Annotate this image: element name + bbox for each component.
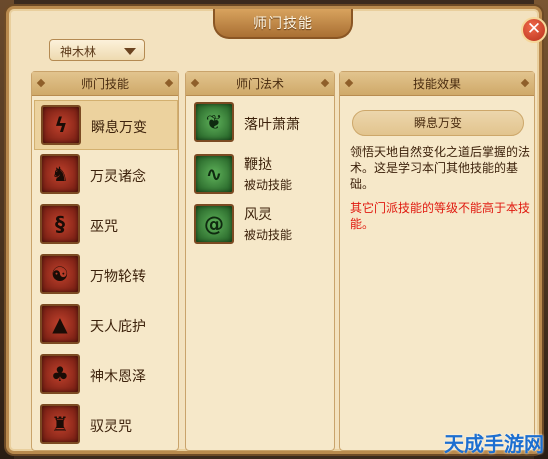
lightning-icon: ϟ [41,105,81,145]
skill-item-3[interactable]: ☯ 万物轮转 [34,250,178,300]
skill-name: 万物轮转 [90,269,146,285]
skills-panel-header: 师门技能 [32,72,178,96]
skill-item-6[interactable]: ♜ 驭灵咒 [34,400,178,450]
effect-panel: 技能效果 瞬息万变 领悟天地自然变化之道后掌握的法术。这是学习本门其他技能的基础… [339,71,535,451]
skill-item-5[interactable]: ♣ 神木恩泽 [34,350,178,400]
effect-skill-name: 瞬息万变 [413,116,462,130]
art-item-2[interactable]: @ 风灵 被动技能 [188,200,332,250]
skill-name: 瞬息万变 [91,120,147,136]
art-item-0[interactable]: ❦ 落叶萧萧 [188,98,332,148]
spirit-figure-icon: ♜ [40,404,80,444]
skills-window: 师门技能 ✕ 神木林 师门技能 ϟ 瞬息万变 ♞ 万灵诸念 § 巫咒 ☯ 万物轮… [6,6,547,454]
skill-name: 天人庇护 [90,319,146,335]
art-type: 被动技能 [244,178,293,192]
art-type: 被动技能 [244,228,293,242]
art-item-1[interactable]: ∿ 鞭挞 被动技能 [188,150,332,200]
skill-item-0[interactable]: ϟ 瞬息万变 [34,100,178,150]
effect-skill-name-banner: 瞬息万变 [352,110,524,136]
curse-sigil-icon: § [40,204,80,244]
arts-panel-header: 师门法术 [186,72,334,96]
effect-warning: 其它门派技能的等级不能高于本技能。 [350,201,531,231]
skill-item-1[interactable]: ♞ 万灵诸念 [34,150,178,200]
faction-dropdown-value: 神木林 [60,45,97,59]
art-name: 风灵 [244,207,272,223]
art-name: 鞭挞 [244,157,272,173]
skill-name: 驭灵咒 [90,419,132,435]
whirlwind-icon: @ [194,204,234,244]
chevron-down-icon [124,48,136,55]
skill-name: 巫咒 [90,219,118,235]
arts-panel-title: 师门法术 [235,77,284,91]
arts-panel: 师门法术 ❦ 落叶萧萧 ∿ 鞭挞 被动技能 @ 风灵 被动技能 [185,71,335,451]
skill-item-4[interactable]: ▲ 天人庇护 [34,300,178,350]
yin-yang-icon: ☯ [40,254,80,294]
effect-description: 领悟天地自然变化之道后掌握的法术。这是学习本门其他技能的基础。 [350,145,531,191]
window-title-tab: 师门技能 [213,9,353,39]
praying-hands-icon: ▲ [40,304,80,344]
spirit-beast-icon: ♞ [40,154,80,194]
skill-name: 万灵诸念 [90,169,146,185]
effect-panel-title: 技能效果 [412,77,461,91]
skill-name: 神木恩泽 [90,369,146,385]
tree-icon: ♣ [40,354,80,394]
art-name: 落叶萧萧 [244,117,300,133]
skills-panel: 师门技能 ϟ 瞬息万变 ♞ 万灵诸念 § 巫咒 ☯ 万物轮转 ▲ 天人庇护 ♣ … [31,71,179,451]
skill-item-2[interactable]: § 巫咒 [34,200,178,250]
falling-leaf-icon: ❦ [194,102,234,142]
close-icon: ✕ [526,19,542,39]
skills-panel-title: 师门技能 [80,77,129,91]
vine-whip-icon: ∿ [194,154,234,194]
close-button[interactable]: ✕ [521,17,547,43]
faction-dropdown[interactable]: 神木林 [49,39,145,61]
window-title: 师门技能 [253,16,313,32]
effect-panel-header: 技能效果 [340,72,534,96]
watermark: 天成手游网 [444,432,544,456]
